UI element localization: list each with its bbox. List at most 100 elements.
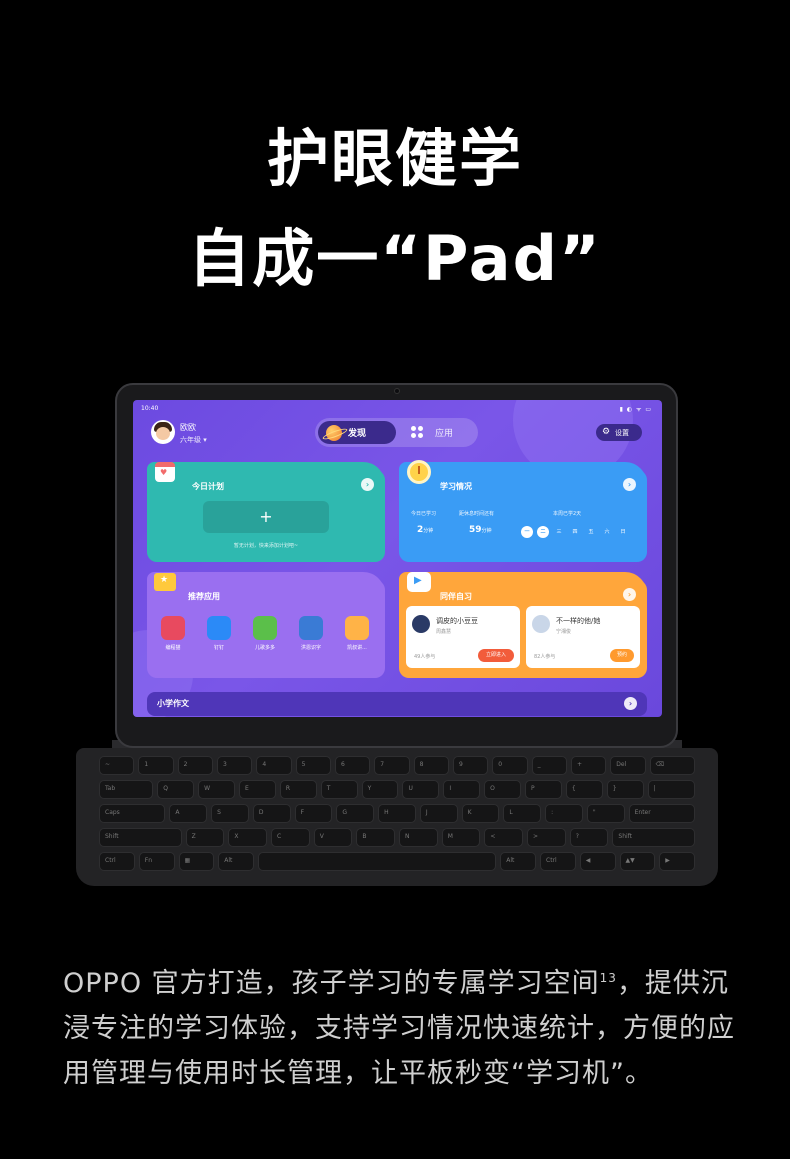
keyboard-key: R: [279, 780, 317, 799]
chevron-right-icon[interactable]: ›: [623, 588, 636, 601]
keyboard-key: Y: [361, 780, 399, 799]
key-label: L: [509, 809, 513, 816]
keyboard-key: K: [461, 804, 500, 823]
folder-star-icon: [154, 573, 176, 591]
study-status-card[interactable]: 学习情况 › 今日已学习 2分钟 距休息时间还有 59分钟 本周已学2天 一二 三…: [399, 460, 647, 562]
key-label: 3: [222, 761, 227, 768]
key-label: T: [326, 785, 331, 792]
keyboard-key: 9: [452, 756, 489, 775]
keyboard-key: I: [443, 780, 481, 799]
key-label: C: [277, 833, 282, 840]
keyboard-key: X: [228, 828, 268, 847]
today-study-label: 今日已学习: [411, 511, 437, 517]
week-study-label: 本周已学2天: [553, 511, 582, 517]
keyboard-key: ▦: [178, 852, 215, 871]
chevron-right-icon[interactable]: ›: [623, 478, 636, 491]
key-label: Alt: [224, 857, 233, 864]
room-host: 宁湘俊: [556, 629, 572, 635]
description-part-1: OPPO 官方打造，孩子学习的专属学习空间: [63, 968, 600, 999]
app-shortcut[interactable]: 钉钉: [199, 616, 239, 651]
study-room-card[interactable]: 调皮的小豆豆 周鑫慧 49人参与 立即进入: [406, 606, 520, 668]
reserve-button[interactable]: 预约: [610, 649, 634, 662]
profile-name: 欧欧: [180, 423, 196, 432]
app-shortcut[interactable]: 儿歌多多: [245, 616, 285, 651]
key-label: R: [285, 785, 291, 792]
keyboard-key: B: [356, 828, 396, 847]
tablet-screen: 10:40 ▮ ◐ ᯤ ▭ 欧欧 六年级 ▾ 发现 应用 ⚙ 设置 ♥ 今日计划…: [133, 400, 662, 717]
key-label: {: [571, 785, 576, 792]
tab-discover[interactable]: 发现: [318, 421, 396, 444]
key-label: Enter: [634, 809, 651, 816]
key-label: 8: [419, 761, 424, 768]
card-title: 今日计划: [192, 482, 224, 491]
status-bar: 10:40 ▮ ◐ ᯤ ▭: [141, 405, 652, 415]
keyboard-key: +: [570, 756, 607, 775]
weekday-indicator: 四: [572, 529, 578, 535]
keyboard-key: J: [419, 804, 458, 823]
keyboard-key: Ctrl: [99, 852, 135, 871]
room-name: 不一样的他/她: [556, 617, 601, 625]
key-label: 1: [144, 761, 149, 768]
app-shortcut[interactable]: 编程猫: [153, 616, 193, 651]
key-label: ▶: [665, 857, 670, 864]
keyboard-key: Alt: [218, 852, 254, 871]
gear-icon: ⚙: [602, 427, 611, 437]
key-label: G: [342, 809, 348, 816]
grade-select[interactable]: 六年级 ▾: [180, 435, 207, 445]
keyboard-key: 0: [492, 756, 528, 775]
key-label: 6: [340, 761, 345, 768]
keyboard-key: :: [545, 804, 583, 823]
weekday-indicator: 一: [521, 526, 533, 538]
chevron-right-icon[interactable]: ›: [624, 697, 637, 710]
app-shortcut[interactable]: 凯叔讲...: [337, 616, 377, 651]
keyboard-key: Del: [610, 756, 646, 775]
keyboard-key: Shift: [99, 828, 182, 847]
key-label: >: [533, 833, 539, 840]
keyboard-key: S: [211, 804, 249, 823]
app-label: 儿歌多多: [254, 645, 275, 651]
keyboard-key: Caps: [99, 804, 166, 823]
reading-icon: [299, 616, 323, 640]
keyboard-key: 3: [216, 756, 253, 775]
settings-button[interactable]: ⚙ 设置: [596, 424, 642, 441]
enter-now-button[interactable]: 立即进入: [478, 649, 514, 662]
add-plan-button[interactable]: +: [203, 501, 329, 533]
app-label: 洪恩识字: [300, 645, 321, 651]
storyteller-icon: [345, 616, 369, 640]
key-label: F: [300, 809, 305, 816]
video-icon: [407, 572, 431, 592]
keyboard-key: Z: [185, 828, 225, 847]
today-plan-card[interactable]: 今日计划 › + 暂无计划，快来添加计划吧~: [147, 462, 385, 562]
essay-section-header[interactable]: 小学作文 ›: [147, 692, 647, 716]
keyboard-key: >: [527, 828, 566, 847]
keyboard-key: Ctrl: [540, 852, 576, 871]
keyboard-row: ~1 2 3 4 5 6 7 8 9 0 _ + Del ⌫: [99, 756, 695, 775]
tab-apps[interactable]: 应用: [401, 421, 475, 444]
keyboard-key: Alt: [500, 852, 536, 871]
avatar[interactable]: [151, 420, 175, 444]
key-label: Fn: [144, 857, 153, 864]
key-label: X: [234, 833, 239, 840]
keyboard-key: ": [586, 804, 625, 823]
key-label: B: [362, 833, 367, 840]
keyboard-key: 4: [256, 756, 292, 775]
rest-time-label: 距休息时间还有: [459, 511, 495, 517]
key-label: _: [537, 761, 541, 768]
keyboard-key: C: [271, 828, 310, 847]
key-label: U: [408, 785, 413, 792]
keyboard-key: A: [169, 804, 208, 823]
description-paragraph: OPPO 官方打造，孩子学习的专属学习空间13，提供沉浸专注的学习体验，支持学习…: [63, 956, 743, 1096]
calendar-icon: [155, 462, 175, 482]
keyboard-key: Tab: [99, 780, 154, 799]
keyboard-key: ~: [99, 756, 135, 775]
peer-study-card[interactable]: 同伴自习 › 调皮的小豆豆 周鑫慧 49人参与 立即进入 不一样的他/她 宁湘俊…: [399, 572, 647, 678]
key-label: Y: [367, 785, 372, 792]
keyboard-key: {: [565, 780, 603, 799]
keyboard-key: N: [399, 828, 438, 847]
study-room-card[interactable]: 不一样的他/她 宁湘俊 82人参与 预约: [526, 606, 640, 668]
chevron-right-icon[interactable]: ›: [361, 478, 374, 491]
app-shortcut[interactable]: 洪恩识字: [291, 616, 331, 651]
keyboard-key: _: [531, 756, 567, 775]
keyboard-key: Q: [157, 780, 195, 799]
key-label: ⌫: [655, 761, 665, 768]
